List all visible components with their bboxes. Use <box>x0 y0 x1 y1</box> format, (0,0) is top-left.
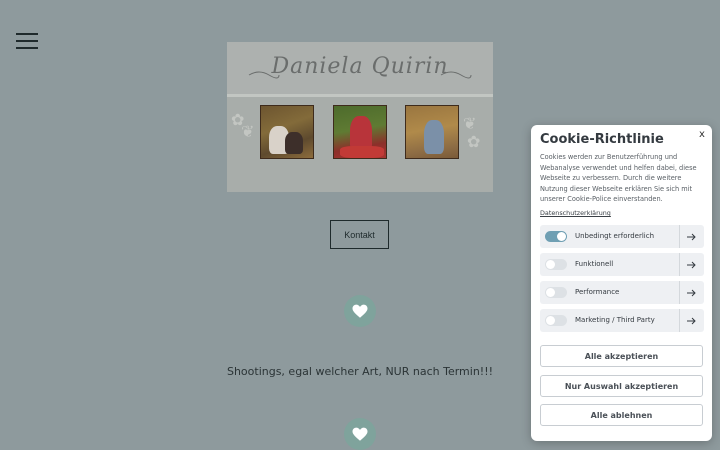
cookie-category-required: Unbedingt erforderlich <box>540 225 704 248</box>
category-label: Funktionell <box>575 260 614 268</box>
cookie-category-performance: Performance <box>540 281 704 304</box>
flower-decoration-icon: ✿ <box>467 132 481 151</box>
gallery-photo <box>333 105 387 159</box>
menu-bar <box>16 40 38 42</box>
cookie-category-marketing: Marketing / Third Party <box>540 309 704 332</box>
heart-icon <box>352 427 368 441</box>
leaf-decoration-icon: ❦ <box>463 114 477 133</box>
privacy-policy-link[interactable]: Datenschutzerklärung <box>540 209 611 217</box>
cookie-description: Cookies werden zur Benutzerführung und W… <box>540 153 697 203</box>
arrow-right-icon[interactable] <box>679 253 704 276</box>
cookie-category-functional: Funktionell <box>540 253 704 276</box>
heart-badge <box>344 295 376 327</box>
logo-flourish-icon <box>248 71 472 79</box>
heart-badge <box>344 418 376 450</box>
arrow-right-icon[interactable] <box>679 225 704 248</box>
leaf-decoration-icon: ❦ <box>241 122 255 141</box>
hamburger-menu-icon[interactable] <box>16 33 38 49</box>
heart-icon <box>352 304 368 318</box>
accept-all-button[interactable]: Alle akzeptieren <box>540 345 703 367</box>
gallery-photo <box>405 105 459 159</box>
category-label: Performance <box>575 288 620 296</box>
toggle-switch[interactable] <box>545 231 567 242</box>
kontakt-button[interactable]: Kontakt <box>330 220 389 249</box>
arrow-right-icon[interactable] <box>679 281 704 304</box>
menu-bar <box>16 33 38 35</box>
menu-bar <box>16 47 38 49</box>
toggle-switch[interactable] <box>545 259 567 270</box>
close-icon[interactable]: x <box>699 129 705 140</box>
cookie-consent-panel: x Cookie-Richtlinie Cookies werden zur B… <box>531 125 712 441</box>
category-label: Unbedingt erforderlich <box>575 232 655 240</box>
header-banner: Daniela Quirin ✿ ❦ ✿ ❦ <box>227 42 493 192</box>
gallery-photo <box>260 105 314 159</box>
accept-selection-button[interactable]: Nur Auswahl akzeptieren <box>540 375 703 397</box>
reject-all-button[interactable]: Alle ablehnen <box>540 404 703 426</box>
toggle-switch[interactable] <box>545 315 567 326</box>
banner-divider <box>227 94 493 97</box>
category-label: Marketing / Third Party <box>575 316 655 324</box>
cookie-title: Cookie-Richtlinie <box>540 132 664 147</box>
arrow-right-icon[interactable] <box>679 309 704 332</box>
toggle-switch[interactable] <box>545 287 567 298</box>
